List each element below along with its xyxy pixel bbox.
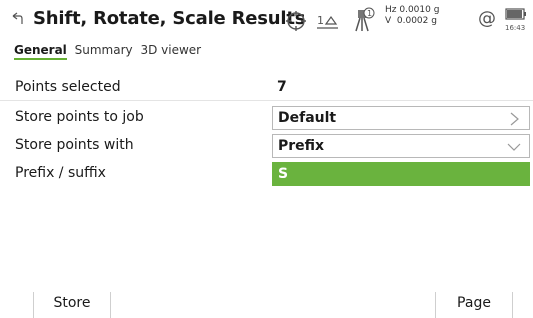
chevron-down-icon [507, 139, 521, 153]
points-selected-row: Points selected 7 [0, 76, 533, 100]
prism-count: 1 [367, 9, 372, 18]
store-to-job-label: Store points to job [15, 109, 144, 125]
softkey-separator [110, 292, 111, 318]
store-with-value: Prefix [278, 138, 325, 154]
store-to-job-field[interactable]: Default [272, 106, 530, 130]
at-sign-icon[interactable]: @ [478, 8, 496, 29]
store-with-select[interactable]: Prefix [272, 134, 530, 158]
store-button[interactable]: Store [34, 288, 110, 318]
prefix-suffix-label: Prefix / suffix [15, 165, 106, 181]
prefix-suffix-input[interactable]: S [272, 162, 530, 186]
points-selected-label: Points selected [15, 79, 121, 95]
divider [0, 100, 533, 101]
tab-general[interactable]: General [14, 43, 67, 60]
target-lock-icon[interactable] [285, 10, 307, 36]
softkey-bar: Store Page [0, 288, 533, 318]
tab-3d-viewer[interactable]: 3D viewer [140, 43, 201, 57]
tab-summary[interactable]: Summary [75, 43, 133, 57]
store-to-job-value: Default [278, 110, 337, 126]
prefix-suffix-value: S [278, 166, 289, 182]
hz-readout: Hz 0.0010 g [385, 5, 440, 15]
clock-time: 16:43 [505, 24, 525, 32]
instrument-icon[interactable]: 1 [348, 6, 376, 38]
v-readout: V 0.0002 g [385, 16, 437, 26]
angle-readout: Hz 0.0010 g V 0.0002 g [385, 5, 439, 27]
softkey-separator [512, 292, 513, 318]
page-button[interactable]: Page [436, 288, 512, 318]
target-count: 1 [317, 14, 324, 27]
battery-icon[interactable]: 16:43 [504, 6, 528, 36]
title-bar: Shift, Rotate, Scale Results 1 1 Hz 0.00… [0, 0, 533, 40]
store-with-label: Store points with [15, 137, 134, 153]
page-title: Shift, Rotate, Scale Results [33, 8, 306, 29]
chevron-right-icon [507, 111, 521, 126]
tab-bar: General Summary 3D viewer [14, 43, 205, 60]
points-selected-value: 7 [277, 79, 287, 95]
prism-target-icon[interactable]: 1 [316, 10, 340, 36]
back-arrow-icon[interactable] [11, 12, 23, 26]
